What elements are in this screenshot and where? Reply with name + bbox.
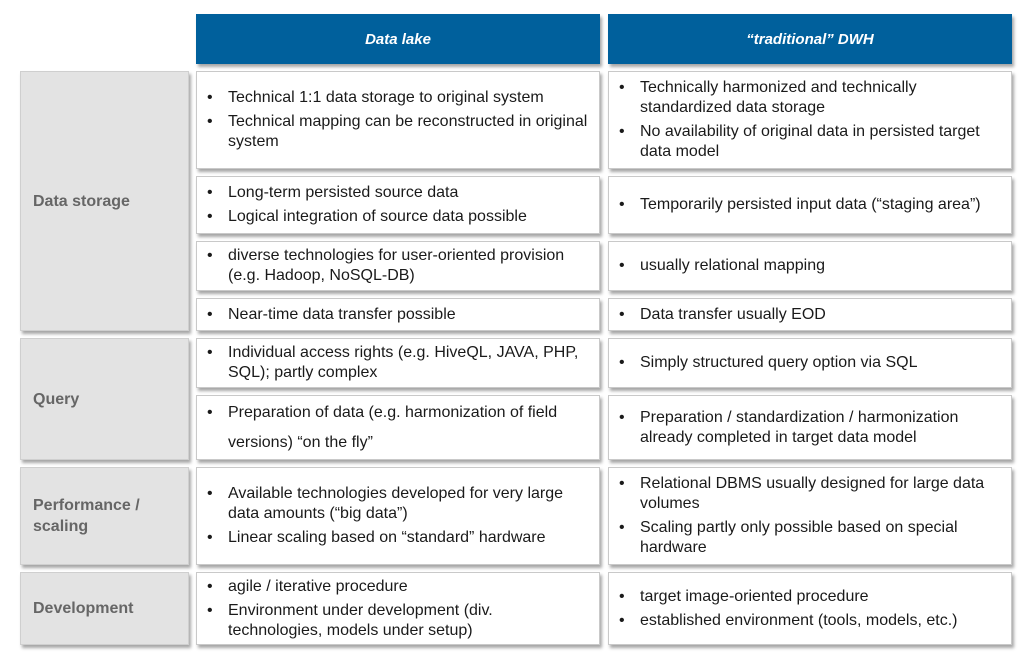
category-query: Query [20, 338, 189, 460]
bullet-item: • Near-time data transfer possible [207, 305, 456, 323]
bullet-item: • diverse technologies for user-oriented … [207, 247, 565, 284]
bullet-icon: • [619, 519, 625, 536]
dwh-cell-storage-3: • usually relational mapping [608, 241, 1012, 291]
bullet-item: • Individual access rights (e.g. HiveQL, … [207, 344, 579, 381]
bullet-item: • Linear scaling based on “standard” hard… [207, 529, 546, 546]
bullet-item: • Relational DBMS usually designed for la… [619, 475, 985, 512]
bullet-icon: • [207, 208, 213, 225]
bullet-icon: • [207, 601, 213, 619]
bullet-item: • No availability of original data in per… [619, 123, 980, 160]
data-lake-cell-query-1: • Individual access rights (e.g. HiveQL, … [196, 338, 600, 388]
bullet-icon: • [619, 408, 625, 426]
column-header-traditional-dwh: “traditional” DWH [608, 14, 1012, 64]
data-lake-cell-development: • agile / iterative procedure • Environmen… [196, 572, 600, 645]
bullet-item: • usually relational mapping [619, 257, 825, 274]
bullet-item: • Logical integration of source data poss… [207, 208, 527, 225]
bullet-item: • Technical mapping can be reconstructed … [207, 113, 588, 150]
bullet-icon: • [207, 247, 213, 264]
category-development: Development [20, 572, 189, 645]
data-lake-cell-storage-2: • Long-term persisted source data • Logica… [196, 176, 600, 234]
bullet-item: • Available technologies developed for ve… [207, 485, 564, 522]
bullet-icon: • [619, 123, 625, 140]
bullet-icon: • [207, 344, 213, 361]
bullet-icon: • [619, 354, 625, 371]
dwh-cell-storage-2: • Temporarily persisted input data (“stag… [608, 176, 1012, 234]
data-lake-cell-query-2: • Preparation of data (e.g. harmonization… [196, 395, 600, 460]
column-header-traditional-dwh-label: “traditional” DWH [746, 30, 874, 48]
data-lake-cell-storage-3: • diverse technologies for user-oriented … [196, 241, 600, 291]
bullet-icon: • [207, 305, 213, 323]
bullet-item: • Technically harmonized and technically … [619, 79, 917, 116]
bullet-item: • target image-oriented procedure [619, 587, 869, 605]
dwh-cell-storage-4: • Data transfer usually EOD [608, 298, 1012, 331]
data-lake-cell-storage-4: • Near-time data transfer possible [196, 298, 600, 331]
bullet-icon: • [619, 305, 625, 323]
category-development-label: Development [33, 600, 134, 617]
category-query-label: Query [33, 390, 80, 408]
bullet-icon: • [619, 475, 625, 492]
category-data-storage-label: Data storage [33, 192, 130, 210]
bullet-item: • Preparation of data (e.g. harmonization… [207, 398, 591, 458]
bullet-icon: • [207, 89, 213, 106]
dwh-cell-development: • target image-oriented procedure • establ… [608, 572, 1012, 645]
bullet-icon: • [207, 577, 213, 595]
bullet-icon: • [207, 403, 213, 421]
bullet-icon: • [619, 611, 625, 629]
bullet-item: • Scaling partly only possible based on s… [619, 519, 958, 556]
bullet-item: • Environment under development (div. tec… [207, 601, 493, 639]
bullet-icon: • [619, 587, 625, 605]
bullet-icon: • [207, 184, 213, 201]
dwh-cell-query-2: • Preparation / standardization / harmoni… [608, 395, 1012, 460]
bullet-icon: • [207, 485, 213, 502]
bullet-icon: • [619, 79, 625, 96]
dwh-cell-query-1: • Simply structured query option via SQL [608, 338, 1012, 388]
dwh-cell-storage-1: • Technically harmonized and technically … [608, 71, 1012, 169]
category-performance-scaling-label: Performance / scaling [33, 497, 140, 535]
data-lake-cell-performance: • Available technologies developed for ve… [196, 467, 600, 565]
bullet-item: • Simply structured query option via SQL [619, 354, 918, 371]
dwh-cell-performance: • Relational DBMS usually designed for la… [608, 467, 1012, 565]
bullet-item: • Long-term persisted source data [207, 184, 459, 201]
category-performance-scaling: Performance / scaling [20, 467, 189, 565]
bullet-icon: • [207, 529, 213, 546]
bullet-icon: • [619, 196, 625, 213]
bullet-item: • agile / iterative procedure [207, 577, 408, 595]
data-lake-cell-storage-1: • Technical 1:1 data storage to original … [196, 71, 600, 169]
bullet-icon: • [207, 113, 213, 130]
column-header-data-lake: Data lake [196, 14, 600, 64]
bullet-item: • Preparation / standardization / harmoni… [619, 408, 959, 446]
bullet-item: • established environment (tools, models,… [619, 611, 958, 629]
column-header-data-lake-label: Data lake [365, 30, 431, 48]
bullet-item: • Data transfer usually EOD [619, 305, 826, 323]
bullet-item: • Technical 1:1 data storage to original … [207, 89, 544, 106]
category-data-storage: Data storage [20, 71, 189, 331]
bullet-icon: • [619, 257, 625, 274]
bullet-item: • Temporarily persisted input data (“stag… [619, 196, 981, 213]
